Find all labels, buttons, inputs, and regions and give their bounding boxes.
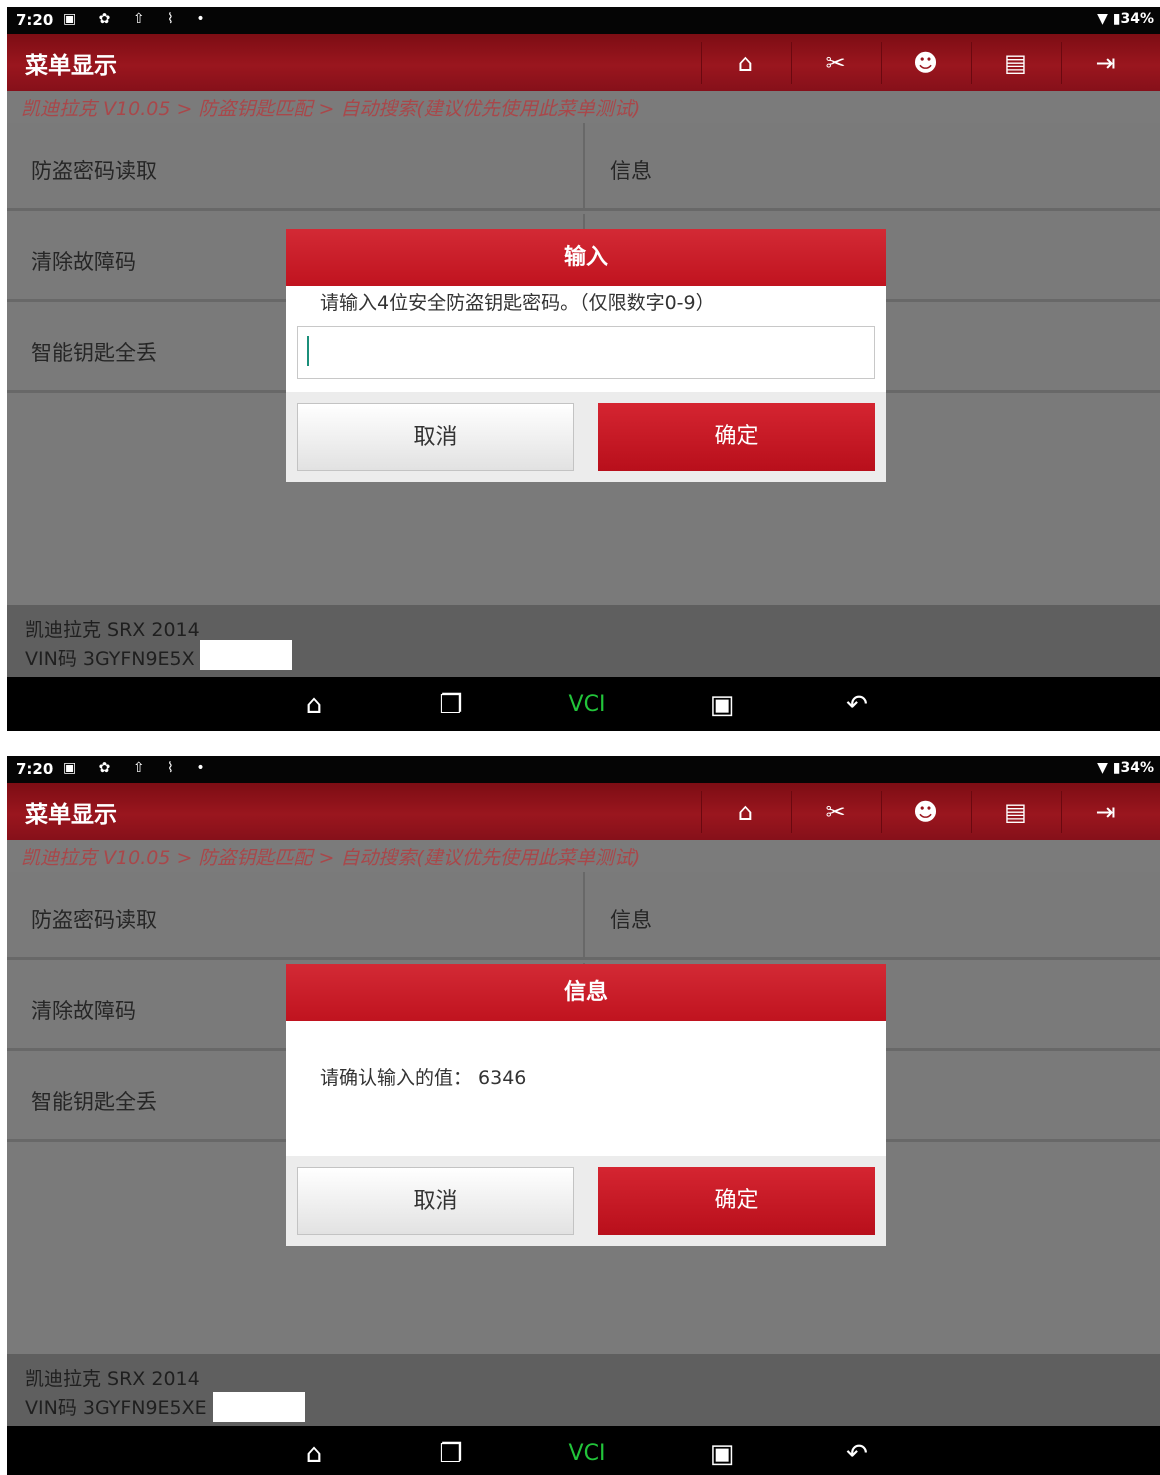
cancel-button[interactable]: 取消 — [297, 403, 574, 471]
app-bar: 菜单显示 ⌂ ✂ ☻ ▤ ⇥ — [7, 783, 1160, 840]
vehicle-model: 凯迪拉克 SRX 2014 — [25, 619, 200, 641]
cancel-button[interactable]: 取消 — [297, 1167, 574, 1235]
print-icon: ▤ — [1004, 49, 1027, 77]
tools-icon: ✂ — [825, 49, 846, 77]
android-nav-bar: ⌂ ❐ VCI ▣ ↶ — [7, 1426, 1160, 1475]
print-button[interactable]: ▤ — [971, 791, 1059, 833]
status-bar: 7:20 ▣ ✿ ⇧ ⌇ • ▼ ▮34% — [7, 7, 1160, 34]
image-icon: ▣ — [709, 690, 735, 720]
tools-button[interactable]: ✂ — [791, 791, 879, 833]
screen-confirm-dialog: 7:20 ▣ ✿ ⇧ ⌇ • ▼ ▮34% 菜单显示 ⌂ ✂ ☻ ▤ ⇥ 凯迪拉… — [7, 756, 1160, 1475]
vehicle-info: 凯迪拉克 SRX 2014 VIN码 3GYFN9E5XE — [7, 1354, 1160, 1426]
user-icon: ☻ — [912, 798, 939, 826]
dialog-message: 请确认输入的值： 6346 — [320, 1067, 527, 1089]
status-bar: 7:20 ▣ ✿ ⇧ ⌇ • ▼ ▮34% — [7, 756, 1160, 783]
android-nav-bar: ⌂ ❐ VCI ▣ ↶ — [7, 677, 1160, 731]
back-arrow-icon: ↶ — [846, 1439, 868, 1469]
app-title: 菜单显示 — [25, 802, 117, 828]
menu-item-info[interactable]: 信息 — [585, 872, 1160, 960]
exit-icon: ⇥ — [1095, 49, 1116, 77]
status-notification-icons: ▣ ✿ ⇧ ⌇ • — [63, 760, 214, 776]
home-button[interactable]: ⌂ — [701, 42, 789, 84]
vci-icon: VCI — [568, 1441, 606, 1466]
exit-button[interactable]: ⇥ — [1061, 42, 1149, 84]
nav-back-button[interactable]: ↶ — [837, 685, 877, 725]
app-title: 菜单显示 — [25, 53, 117, 79]
image-icon: ▣ — [709, 1439, 735, 1469]
recent-apps-icon: ❐ — [439, 1439, 463, 1469]
nav-home-button[interactable]: ⌂ — [294, 1434, 334, 1474]
ok-button[interactable]: 确定 — [598, 403, 875, 471]
nav-screenshot-button[interactable]: ▣ — [702, 1434, 742, 1474]
dialog-title: 输入 — [286, 229, 886, 286]
battery-wifi-indicator: ▼ ▮34% — [1097, 760, 1154, 776]
screen-input-dialog: 7:20 ▣ ✿ ⇧ ⌇ • ▼ ▮34% 菜单显示 ⌂ ✂ ☻ ▤ ⇥ 凯迪拉… — [7, 7, 1160, 731]
home-icon: ⌂ — [737, 49, 754, 77]
vci-icon: VCI — [568, 692, 606, 717]
menu-item-read-password[interactable]: 防盗密码读取 — [7, 123, 585, 211]
print-icon: ▤ — [1004, 798, 1027, 826]
vehicle-info: 凯迪拉克 SRX 2014 VIN码 3GYFN9E5X — [7, 605, 1160, 677]
app-bar: 菜单显示 ⌂ ✂ ☻ ▤ ⇥ — [7, 34, 1160, 91]
nav-screenshot-button[interactable]: ▣ — [702, 685, 742, 725]
home-icon: ⌂ — [737, 798, 754, 826]
nav-recent-button[interactable]: ❐ — [431, 685, 471, 725]
vehicle-vin: VIN码 3GYFN9E5XE — [25, 1397, 207, 1419]
status-notification-icons: ▣ ✿ ⇧ ⌇ • — [63, 11, 214, 27]
breadcrumb: 凯迪拉克 V10.05 > 防盗钥匙匹配 > 自动搜索(建议优先使用此菜单测试) — [7, 91, 1160, 123]
dialog-prompt: 请输入4位安全防盗钥匙密码。（仅限数字0-9） — [320, 292, 715, 314]
password-input[interactable] — [297, 326, 875, 379]
tools-button[interactable]: ✂ — [791, 42, 879, 84]
breadcrumb: 凯迪拉克 V10.05 > 防盗钥匙匹配 > 自动搜索(建议优先使用此菜单测试) — [7, 840, 1160, 872]
input-dialog: 输入 请输入4位安全防盗钥匙密码。（仅限数字0-9） 取消 确定 — [286, 229, 886, 482]
recent-apps-icon: ❐ — [439, 690, 463, 720]
house-icon: ⌂ — [305, 690, 323, 720]
home-button[interactable]: ⌂ — [701, 791, 789, 833]
exit-icon: ⇥ — [1095, 798, 1116, 826]
dialog-footer: 取消 确定 — [286, 1156, 886, 1246]
user-button[interactable]: ☻ — [881, 42, 969, 84]
user-icon: ☻ — [912, 49, 939, 77]
status-time: 7:20 — [16, 11, 54, 29]
exit-button[interactable]: ⇥ — [1061, 791, 1149, 833]
vin-redaction — [213, 1392, 305, 1422]
nav-home-button[interactable]: ⌂ — [294, 685, 334, 725]
confirm-dialog: 信息 请确认输入的值： 6346 取消 确定 — [286, 964, 886, 1246]
house-icon: ⌂ — [305, 1439, 323, 1469]
tools-icon: ✂ — [825, 798, 846, 826]
user-button[interactable]: ☻ — [881, 791, 969, 833]
menu-item-read-password[interactable]: 防盗密码读取 — [7, 872, 585, 960]
status-time: 7:20 — [16, 760, 54, 778]
ok-button[interactable]: 确定 — [598, 1167, 875, 1235]
battery-wifi-indicator: ▼ ▮34% — [1097, 11, 1154, 27]
vehicle-vin: VIN码 3GYFN9E5X — [25, 648, 195, 670]
vehicle-model: 凯迪拉克 SRX 2014 — [25, 1368, 200, 1390]
back-arrow-icon: ↶ — [846, 690, 868, 720]
nav-back-button[interactable]: ↶ — [837, 1434, 877, 1474]
dialog-title: 信息 — [286, 964, 886, 1021]
text-caret — [307, 336, 309, 366]
dialog-footer: 取消 确定 — [286, 392, 886, 482]
nav-recent-button[interactable]: ❐ — [431, 1434, 471, 1474]
menu-item-info[interactable]: 信息 — [585, 123, 1160, 211]
nav-vci-button[interactable]: VCI — [567, 1434, 607, 1474]
print-button[interactable]: ▤ — [971, 42, 1059, 84]
vin-redaction — [200, 640, 292, 670]
nav-vci-button[interactable]: VCI — [567, 685, 607, 725]
